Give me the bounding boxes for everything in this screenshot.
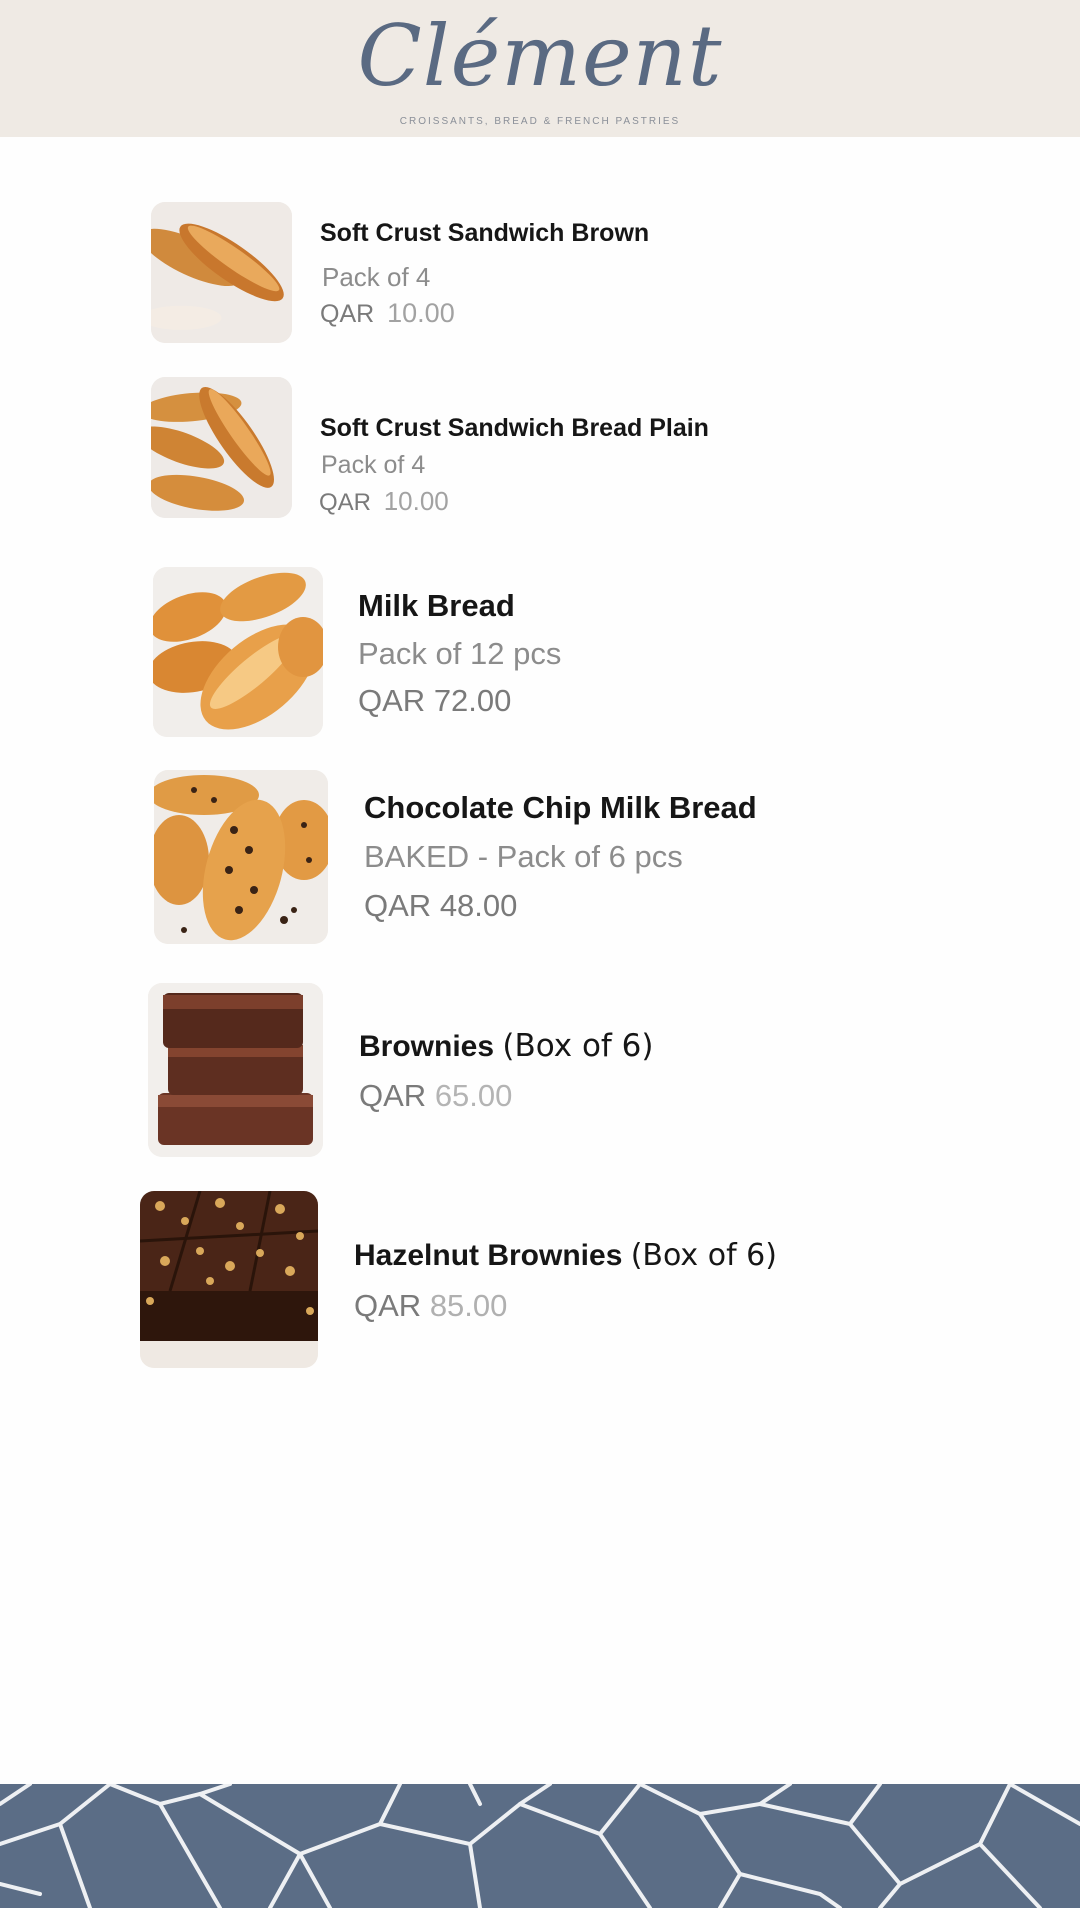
footer-pattern	[0, 1784, 1080, 1908]
header-banner: Clément CROISSANTS, BREAD & FRENCH PASTR…	[0, 0, 1080, 137]
product-name: Brownies (Box of 6)	[359, 1028, 654, 1064]
price-currency: QAR	[354, 1288, 422, 1323]
product-box-size: (Box of 6)	[502, 1028, 654, 1064]
product-price: QAR 10.00	[320, 298, 455, 329]
product-price: QAR 65.00	[359, 1078, 512, 1114]
product-pack: Pack of 4	[322, 262, 431, 292]
price-currency: QAR	[364, 888, 432, 923]
product-name-text: Hazelnut Brownies	[354, 1239, 623, 1272]
price-amount: 10.00	[383, 486, 449, 516]
price-amount: 48.00	[439, 888, 518, 923]
chocolate-chip-bread-image	[154, 770, 328, 944]
product-pack: Pack of 12 pcs	[358, 636, 562, 671]
product-price: QAR 85.00	[354, 1288, 507, 1324]
product-name: Soft Crust Sandwich Brown	[320, 219, 650, 247]
price-amount: 72.00	[433, 683, 512, 718]
milk-bread-image	[153, 567, 323, 737]
hazelnut-brownies-image	[140, 1191, 318, 1368]
product-name: Hazelnut Brownies (Box of 6)	[354, 1238, 777, 1273]
product-price: QAR 72.00	[358, 683, 511, 719]
price-currency: QAR	[320, 300, 375, 328]
price-currency: QAR	[358, 683, 426, 718]
product-pack: BAKED - Pack of 6 pcs	[364, 839, 683, 874]
product-price: QAR 48.00	[364, 888, 517, 924]
bread-rolls-image	[151, 377, 292, 518]
product-price: QAR 10.00	[319, 486, 449, 517]
price-currency: QAR	[319, 489, 372, 516]
price-amount: 65.00	[434, 1078, 513, 1113]
price-currency: QAR	[359, 1078, 427, 1113]
product-name: Milk Bread	[358, 588, 515, 623]
brand-logo: Clément	[357, 7, 723, 105]
product-box-size: (Box of 6)	[630, 1238, 777, 1273]
price-amount: 10.00	[387, 298, 455, 328]
price-amount: 85.00	[429, 1288, 508, 1323]
brand-tagline: CROISSANTS, BREAD & FRENCH PASTRIES	[399, 116, 681, 127]
product-name: Chocolate Chip Milk Bread	[364, 790, 757, 825]
product-pack: Pack of 4	[321, 451, 426, 479]
product-name-text: Brownies	[359, 1030, 495, 1063]
bread-rolls-image	[151, 202, 292, 343]
brownies-image	[148, 983, 323, 1157]
product-name: Soft Crust Sandwich Bread Plain	[320, 414, 709, 442]
